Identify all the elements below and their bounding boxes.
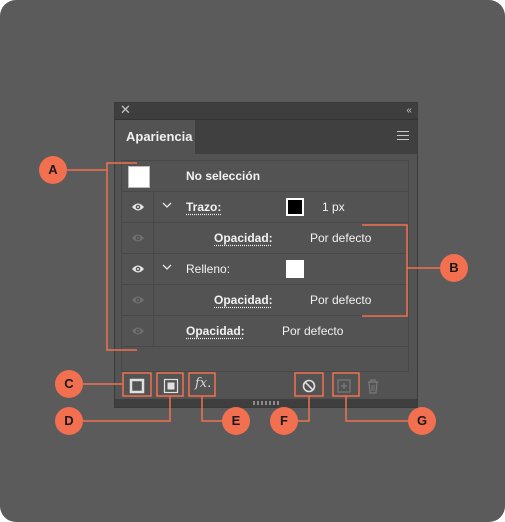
callout-d: D xyxy=(55,407,83,435)
callout-lines xyxy=(67,162,440,422)
callout-f: F xyxy=(270,407,298,435)
callout-c: C xyxy=(55,370,83,398)
callout-a: A xyxy=(39,156,67,184)
callout-e: E xyxy=(222,407,250,435)
figure-background: ✕ ‹‹ Apariencia No selección Trazo: 1 px xyxy=(0,0,505,522)
callout-g: G xyxy=(408,407,436,435)
callout-b: B xyxy=(440,254,468,282)
